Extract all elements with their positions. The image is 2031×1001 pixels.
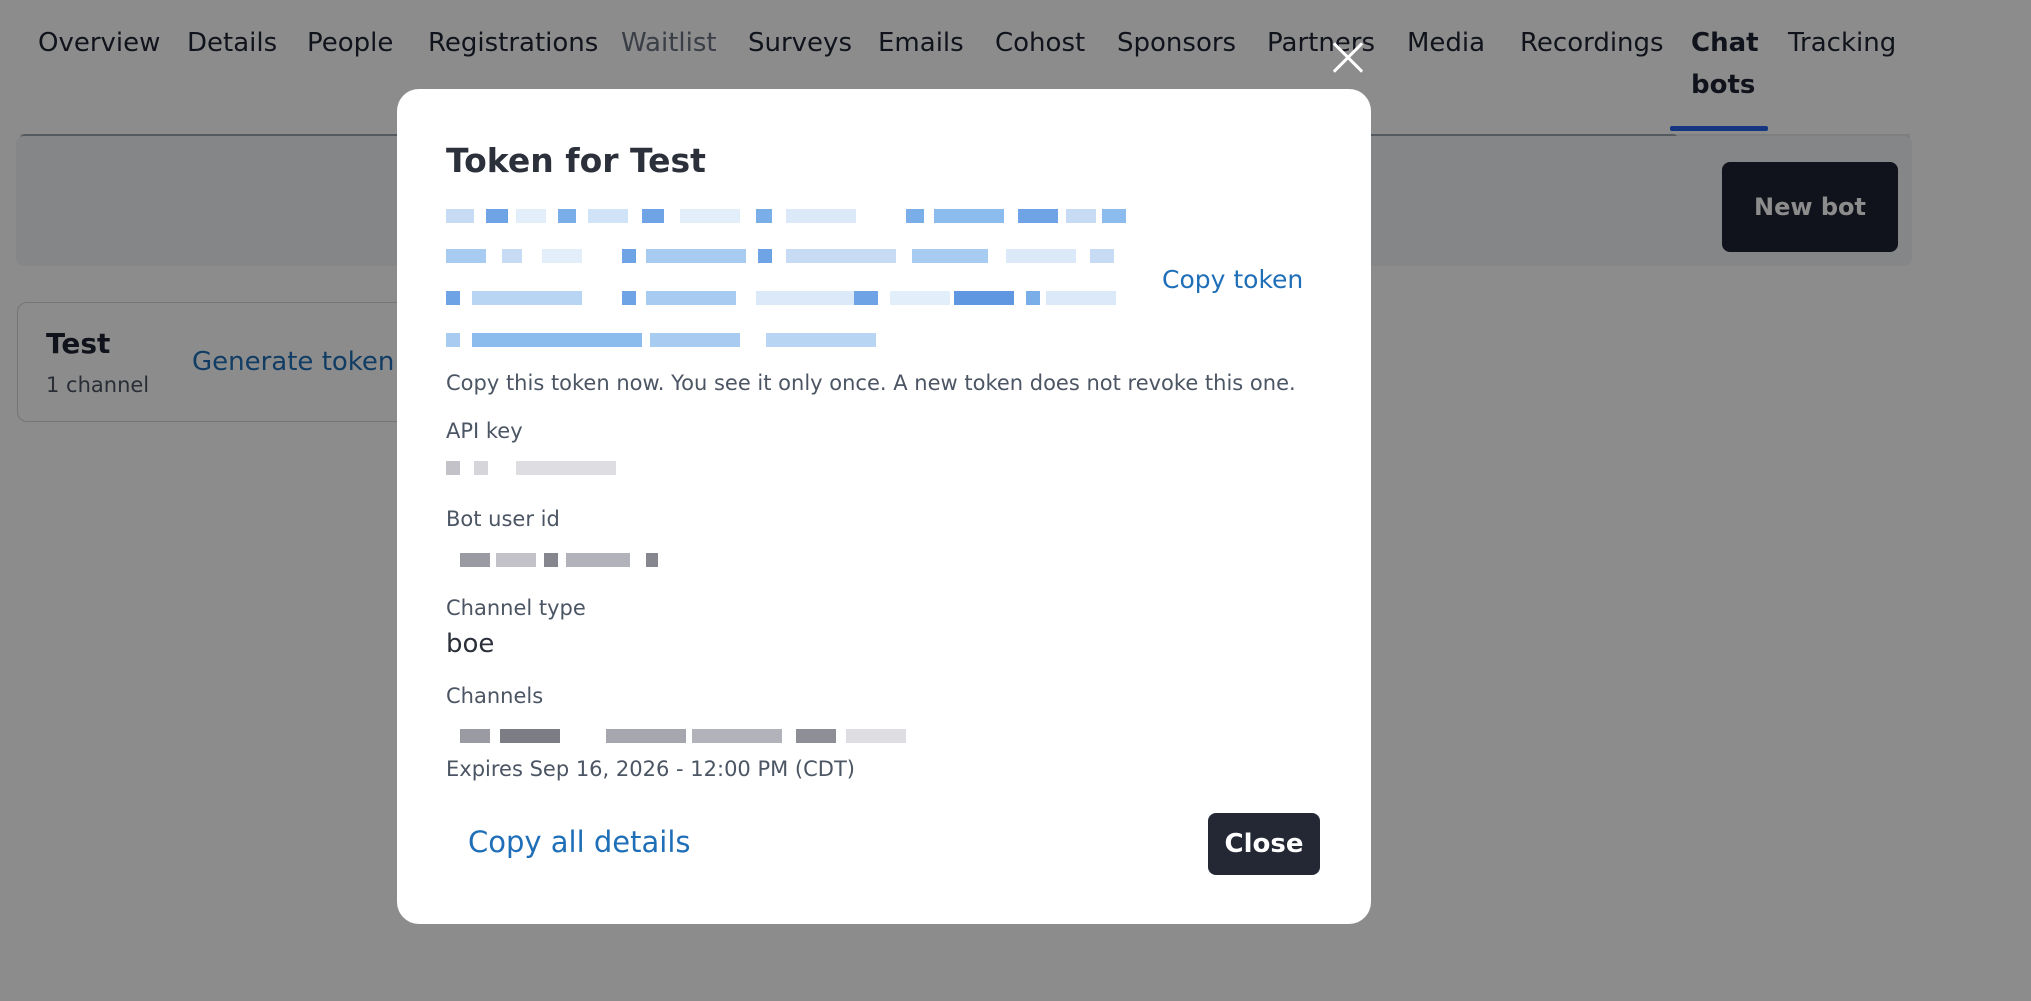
- channel-type-value: boe: [446, 629, 495, 659]
- copy-token-button[interactable]: Copy token: [1162, 265, 1303, 294]
- token-line: [446, 291, 1126, 311]
- bot-user-id-value-redacted: [446, 553, 658, 569]
- token-line: [446, 209, 1126, 229]
- token-value-redacted: [446, 201, 1126, 351]
- expiry-date: Expires Sep 16, 2026 - 12:00 PM (CDT): [446, 757, 855, 781]
- token-line: [446, 249, 1126, 269]
- bot-user-id-label: Bot user id: [446, 507, 560, 531]
- dialog-title: Token for Test: [446, 141, 706, 180]
- token-line: [446, 333, 1126, 353]
- api-key-value-redacted: [446, 461, 616, 477]
- channels-value-redacted: [446, 729, 906, 745]
- close-icon[interactable]: [1330, 40, 1366, 76]
- token-dialog: Token for Test Copy token Copy this toke…: [397, 89, 1371, 924]
- token-warning-note: Copy this token now. You see it only onc…: [446, 371, 1296, 395]
- close-button[interactable]: Close: [1208, 813, 1320, 875]
- api-key-label: API key: [446, 419, 523, 443]
- copy-all-details-button[interactable]: Copy all details: [468, 825, 691, 859]
- channel-type-label: Channel type: [446, 596, 586, 620]
- channels-label: Channels: [446, 684, 544, 708]
